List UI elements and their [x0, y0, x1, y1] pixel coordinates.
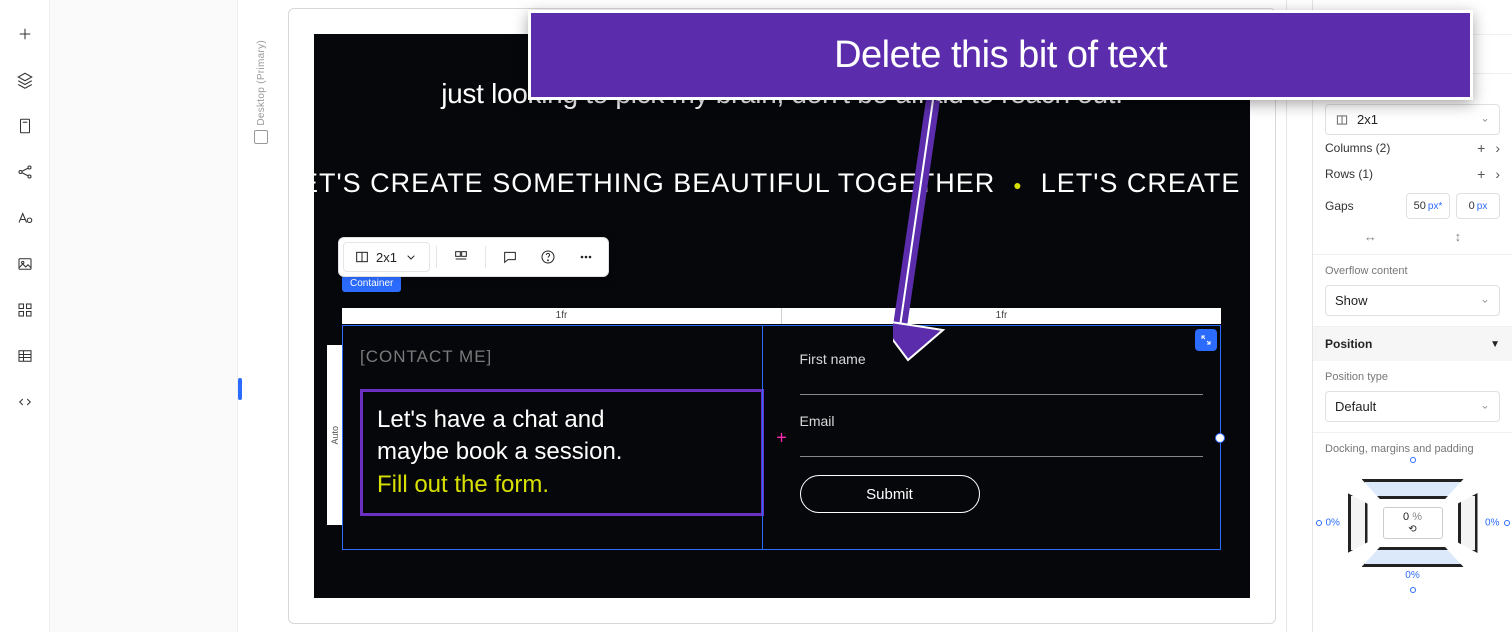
position-header[interactable]: Position ▼ — [1313, 327, 1512, 361]
anchor-top[interactable] — [1410, 457, 1416, 463]
help-icon[interactable] — [530, 243, 566, 271]
cursor-indicator — [238, 378, 242, 400]
grid-header[interactable]: 1fr 1fr — [342, 308, 1221, 324]
left-panel — [50, 0, 238, 632]
callout-text: Delete this bit of text — [834, 34, 1167, 77]
auto-tab[interactable]: Auto — [327, 345, 342, 525]
collapse-caret-icon: ▼ — [1490, 339, 1500, 350]
dock-left[interactable] — [1348, 493, 1368, 553]
gap-v-input[interactable]: 0px — [1456, 193, 1500, 219]
vertical-icon[interactable]: ↕ — [1455, 229, 1462, 244]
columns-label: Columns (2) — [1325, 141, 1390, 155]
device-indicator[interactable]: Desktop (Primary) — [254, 40, 268, 144]
dock-bottom-value[interactable]: 0% — [1405, 570, 1419, 581]
overflow-select[interactable]: Show — [1325, 285, 1500, 316]
share-icon[interactable] — [15, 162, 35, 182]
anchor-bottom[interactable] — [1410, 587, 1416, 593]
dock-right-value[interactable]: 0% — [1485, 518, 1499, 529]
horizontal-icon[interactable]: ↔ — [1364, 229, 1377, 244]
repeat-icon[interactable] — [443, 243, 479, 271]
rows-menu-icon[interactable]: › — [1495, 167, 1500, 181]
typography-icon[interactable] — [15, 208, 35, 228]
add-icon[interactable] — [15, 24, 35, 44]
add-row-icon[interactable]: + — [1477, 167, 1485, 181]
device-icon — [254, 130, 268, 144]
docking-control[interactable]: 0 % ⟲ 0% 0% 0% — [1348, 479, 1478, 567]
left-icon-rail — [0, 0, 50, 632]
code-icon[interactable] — [15, 392, 35, 412]
overflow-section: Overflow content Show — [1313, 255, 1512, 327]
expand-icon[interactable] — [1195, 329, 1217, 351]
link-icon[interactable]: ⟲ — [1408, 524, 1416, 535]
layout-select[interactable]: 2x1 — [1325, 104, 1500, 135]
anchor-left[interactable] — [1316, 520, 1322, 526]
layers-icon[interactable] — [15, 70, 35, 90]
gap-axis-icons: ↔↕ — [1325, 225, 1500, 244]
position-type-select[interactable]: Default — [1325, 391, 1500, 422]
gap-h-input[interactable]: 50px* — [1406, 193, 1450, 219]
element-tag[interactable]: Container — [342, 275, 401, 292]
image-icon[interactable] — [15, 254, 35, 274]
element-toolbar: 2x1 — [338, 237, 609, 277]
more-icon[interactable] — [568, 243, 604, 271]
marquee: LET'S CREATE SOMETHING BEAUTIFUL TOGETHE… — [288, 113, 1250, 219]
gaps-label: Gaps — [1325, 199, 1354, 213]
docking-title: Docking, margins and padding — [1325, 443, 1500, 455]
dock-left-value[interactable]: 0% — [1326, 518, 1340, 529]
dock-center-input[interactable]: 0 % ⟲ — [1383, 507, 1443, 539]
position-section: Position type Default — [1313, 361, 1512, 433]
anchor-right[interactable] — [1504, 520, 1510, 526]
columns-menu-icon[interactable]: › — [1495, 141, 1500, 155]
table-icon[interactable] — [15, 346, 35, 366]
selection-outline — [342, 325, 1221, 550]
callout-arrow — [893, 100, 1013, 380]
page-icon[interactable] — [15, 116, 35, 136]
dock-right[interactable] — [1458, 493, 1478, 553]
col-1-size[interactable]: 1fr — [342, 308, 782, 324]
position-type-label: Position type — [1325, 371, 1500, 383]
dock-bottom[interactable] — [1362, 547, 1464, 567]
device-label: Desktop (Primary) — [256, 40, 267, 126]
dock-top[interactable] — [1362, 479, 1464, 499]
comment-icon[interactable] — [492, 243, 528, 271]
layout-section: Layout 2x1 Columns (2) +› Rows (1) +› Ga… — [1313, 74, 1512, 255]
instruction-callout: Delete this bit of text — [528, 10, 1473, 100]
docking-section: Docking, margins and padding 0 % ⟲ 0% 0%… — [1313, 433, 1512, 583]
overflow-title: Overflow content — [1325, 265, 1500, 277]
add-column-icon[interactable]: + — [1477, 141, 1485, 155]
apps-icon[interactable] — [15, 300, 35, 320]
canvas: Desktop (Primary) just looking to pick m… — [238, 0, 1286, 632]
rows-label: Rows (1) — [1325, 167, 1373, 181]
layout-selector[interactable]: 2x1 — [343, 242, 430, 272]
